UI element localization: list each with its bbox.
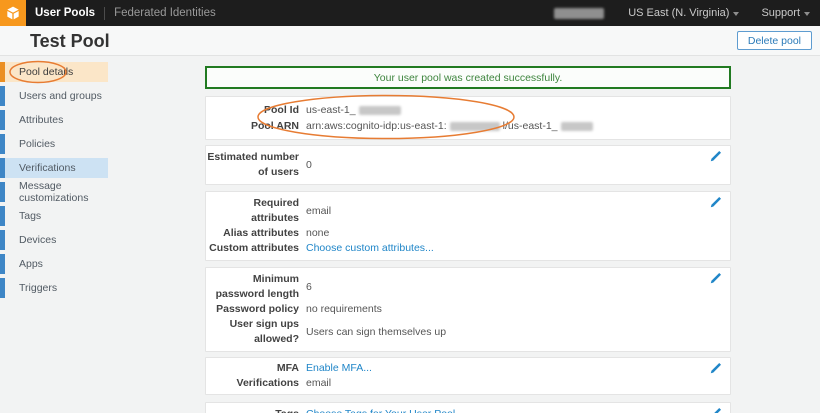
sidebar-item-pool-details[interactable]: Pool details [0,62,108,82]
required-attributes-label: Required attributes [206,196,299,226]
pencil-icon [709,407,722,413]
sidebar-item-tags[interactable]: Tags [0,206,108,226]
delete-pool-button[interactable]: Delete pool [737,31,812,50]
cube-icon [5,5,21,21]
tags-panel: Tags Choose Tags for Your User Pool... [205,402,731,413]
sidebar-item-devices[interactable]: Devices [0,230,108,250]
pool-id-row: Pool Id us-east-1_ [206,102,730,118]
sidebar-item-message-customizations[interactable]: Message customizations [0,182,108,202]
nav-divider [104,7,105,20]
chevron-down-icon [733,12,739,16]
edit-password-policy-button[interactable] [708,272,722,286]
edit-mfa-button[interactable] [708,362,722,376]
enable-mfa-link[interactable]: Enable MFA... [306,361,372,376]
pencil-icon [709,196,722,209]
region-selector[interactable]: US East (N. Virginia) [628,7,739,19]
edit-estimated-users-button[interactable] [708,150,722,164]
choose-custom-attributes-link[interactable]: Choose custom attributes... [306,241,434,256]
estimated-users-value: 0 [306,158,312,173]
region-label: US East (N. Virginia) [628,7,729,19]
pencil-icon [709,362,722,375]
aws-cognito-console: User Pools Federated Identities US East … [0,0,820,413]
pool-arn-redacted [450,122,500,131]
pool-details-panel: Pool Id us-east-1_ Pool ARN arn:aws:cogn… [205,96,731,140]
user-signups-label: User sign ups allowed? [206,317,299,347]
alias-attributes-value: none [306,226,329,241]
sidebar-item-verifications[interactable]: Verifications [0,158,108,178]
account-name-redacted[interactable] [554,8,604,19]
required-attributes-value: email [306,204,331,219]
min-password-length-label: Minimum password length [206,272,299,302]
mfa-label: MFA [206,361,299,376]
pool-id-label: Pool Id [206,102,299,118]
custom-attributes-label: Custom attributes [206,241,299,256]
chevron-down-icon [804,12,810,16]
mfa-panel: MFA Enable MFA... Verifications email [205,357,731,395]
support-label: Support [761,7,800,19]
choose-tags-link[interactable]: Choose Tags for Your User Pool... [306,407,464,413]
estimated-users-label: Estimated number of users [206,150,299,180]
nav-federated-identities[interactable]: Federated Identities [114,7,216,19]
password-policy-value: no requirements [306,302,382,317]
sidebar-item-apps[interactable]: Apps [0,254,108,274]
main-content: Your user pool was created successfully.… [205,66,731,413]
tags-label: Tags [206,407,299,413]
page-title: Test Pool [30,31,110,52]
edit-tags-button[interactable] [708,407,722,413]
nav-user-pools[interactable]: User Pools [35,7,95,19]
attributes-panel: Required attributes email Alias attribut… [205,191,731,261]
min-password-length-value: 6 [306,280,312,295]
sidebar-nav: Pool details Users and groups Attributes… [0,62,108,302]
verifications-label: Verifications [206,376,299,391]
sidebar-item-policies[interactable]: Policies [0,134,108,154]
sidebar-item-users-and-groups[interactable]: Users and groups [0,86,108,106]
sidebar-item-triggers[interactable]: Triggers [0,278,108,298]
pool-arn-redacted [561,122,593,131]
pool-arn-label: Pool ARN [206,118,299,134]
edit-attributes-button[interactable] [708,196,722,210]
page-header: Test Pool Delete pool [0,26,820,56]
alias-attributes-label: Alias attributes [206,226,299,241]
password-policy-label: Password policy [206,302,299,317]
password-policy-panel: Minimum password length 6 Password polic… [205,267,731,352]
pencil-icon [709,272,722,285]
pool-arn-row: Pool ARN arn:aws:cognito-idp:us-east-1: … [206,118,730,134]
sidebar-item-attributes[interactable]: Attributes [0,110,108,130]
verifications-value: email [306,376,331,391]
pool-id-value: us-east-1_ [306,102,401,118]
pencil-icon [709,150,722,163]
support-menu[interactable]: Support [761,7,810,19]
estimated-users-panel: Estimated number of users 0 [205,145,731,185]
pool-arn-value: arn:aws:cognito-idp:us-east-1: l/us-east… [306,118,593,134]
cognito-logo[interactable] [0,0,26,26]
success-banner: Your user pool was created successfully. [205,66,731,89]
user-signups-value: Users can sign themselves up [306,325,446,340]
pool-id-redacted [359,106,401,115]
top-navbar: User Pools Federated Identities US East … [0,0,820,26]
